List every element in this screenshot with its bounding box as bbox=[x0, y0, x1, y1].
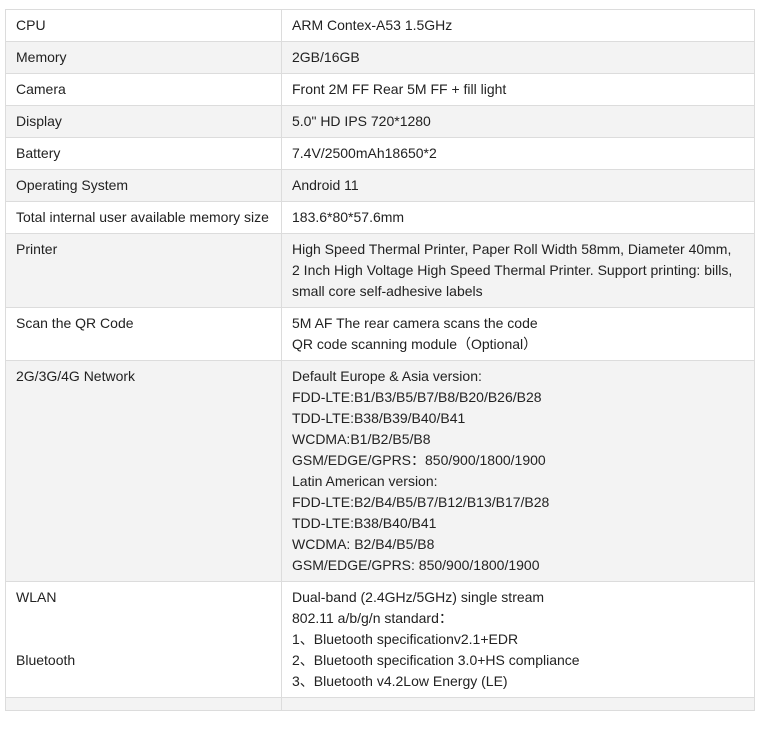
spec-value-line: TDD-LTE:B38/B40/B41 bbox=[292, 515, 437, 531]
spec-value: Default Europe & Asia version: FDD-LTE:B… bbox=[281, 360, 755, 582]
table-row: Memory 2GB/16GB bbox=[5, 41, 755, 74]
spec-value: Front 2M FF Rear 5M FF + fill light bbox=[281, 73, 755, 106]
spec-label: Battery bbox=[5, 137, 282, 170]
spec-value bbox=[281, 697, 755, 711]
table-row: 2G/3G/4G Network Default Europe & Asia v… bbox=[5, 360, 755, 582]
spec-value-line: 1、Bluetooth specificationv2.1+EDR bbox=[292, 631, 519, 647]
table-row bbox=[5, 697, 755, 711]
spec-value-line: 5.0" HD IPS 720*1280 bbox=[292, 113, 431, 129]
spec-value-line: Latin American version: bbox=[292, 473, 438, 489]
table-row: Battery 7.4V/2500mAh18650*2 bbox=[5, 137, 755, 170]
spec-table: CPU ARM Contex-A53 1.5GHz Memory 2GB/16G… bbox=[5, 9, 755, 711]
spec-value: High Speed Thermal Printer, Paper Roll W… bbox=[281, 233, 755, 308]
spec-value: 5.0" HD IPS 720*1280 bbox=[281, 105, 755, 138]
spec-value-line: Dual-band (2.4GHz/5GHz) single stream bbox=[292, 589, 545, 605]
spec-value-line: 802.11 a/b/g/n standard： bbox=[292, 610, 453, 626]
spec-label: Camera bbox=[5, 73, 282, 106]
spec-value-line: ARM Contex-A53 1.5GHz bbox=[292, 17, 453, 33]
spec-value-line: 2、Bluetooth specification 3.0+HS complia… bbox=[292, 652, 580, 668]
spec-value-line: 2GB/16GB bbox=[292, 49, 360, 65]
table-row: Operating System Android 11 bbox=[5, 169, 755, 202]
table-row: Display 5.0" HD IPS 720*1280 bbox=[5, 105, 755, 138]
spec-label: Total internal user available memory siz… bbox=[5, 201, 282, 234]
spec-value-line: GSM/EDGE/GPRS: 850/900/1800/1900 bbox=[292, 557, 540, 573]
spec-label: CPU bbox=[5, 9, 282, 42]
spec-value-line: FDD-LTE:B2/B4/B5/B7/B12/B13/B17/B28 bbox=[292, 494, 550, 510]
spec-label: 2G/3G/4G Network bbox=[5, 360, 282, 582]
spec-value: 2GB/16GB bbox=[281, 41, 755, 74]
spec-value-line: Android 11 bbox=[292, 177, 359, 193]
spec-value-line: WCDMA: B2/B4/B5/B8 bbox=[292, 536, 435, 552]
spec-value: ARM Contex-A53 1.5GHz bbox=[281, 9, 755, 42]
spec-value-line: High Speed Thermal Printer, Paper Roll W… bbox=[292, 241, 732, 257]
spec-value-line: 183.6*80*57.6mm bbox=[292, 209, 405, 225]
spec-label: Operating System bbox=[5, 169, 282, 202]
wlan-label: WLAN bbox=[16, 589, 57, 605]
spec-value-line: Default Europe & Asia version: bbox=[292, 368, 482, 384]
bluetooth-label: Bluetooth bbox=[16, 652, 76, 668]
spec-value: Dual-band (2.4GHz/5GHz) single stream 80… bbox=[281, 581, 755, 698]
spec-value-line: QR code scanning module（Optional） bbox=[292, 336, 538, 352]
spec-value-line: 3、Bluetooth v4.2Low Energy (LE) bbox=[292, 673, 508, 689]
spec-label: Memory bbox=[5, 41, 282, 74]
table-row: CPU ARM Contex-A53 1.5GHz bbox=[5, 9, 755, 42]
table-row: Printer High Speed Thermal Printer, Pape… bbox=[5, 233, 755, 308]
spec-value-line: Front 2M FF Rear 5M FF + fill light bbox=[292, 81, 507, 97]
table-row: Camera Front 2M FF Rear 5M FF + fill lig… bbox=[5, 73, 755, 106]
spec-value-line: 7.4V/2500mAh18650*2 bbox=[292, 145, 437, 161]
spec-label: Scan the QR Code bbox=[5, 307, 282, 361]
spec-value: 5M AF The rear camera scans the code QR … bbox=[281, 307, 755, 361]
spec-value: Android 11 bbox=[281, 169, 755, 202]
spec-label: WLAN Bluetooth bbox=[5, 581, 282, 698]
spec-value: 7.4V/2500mAh18650*2 bbox=[281, 137, 755, 170]
spec-label bbox=[5, 697, 282, 711]
spec-value-line: 5M AF The rear camera scans the code bbox=[292, 315, 538, 331]
spec-value-line: TDD-LTE:B38/B39/B40/B41 bbox=[292, 410, 466, 426]
spec-value-line: FDD-LTE:B1/B3/B5/B7/B8/B20/B26/B28 bbox=[292, 389, 542, 405]
table-row: WLAN Bluetooth Dual-band (2.4GHz/5GHz) s… bbox=[5, 581, 755, 698]
table-row: Scan the QR Code 5M AF The rear camera s… bbox=[5, 307, 755, 361]
spec-value-line: small core self-adhesive labels bbox=[292, 283, 483, 299]
spec-label: Display bbox=[5, 105, 282, 138]
spec-value: 183.6*80*57.6mm bbox=[281, 201, 755, 234]
spec-value-line: 2 Inch High Voltage High Speed Thermal P… bbox=[292, 262, 733, 278]
spec-value-line: WCDMA:B1/B2/B5/B8 bbox=[292, 431, 431, 447]
spec-value-line: GSM/EDGE/GPRS：850/900/1800/1900 bbox=[292, 452, 546, 468]
spec-label: Printer bbox=[5, 233, 282, 308]
table-row: Total internal user available memory siz… bbox=[5, 201, 755, 234]
